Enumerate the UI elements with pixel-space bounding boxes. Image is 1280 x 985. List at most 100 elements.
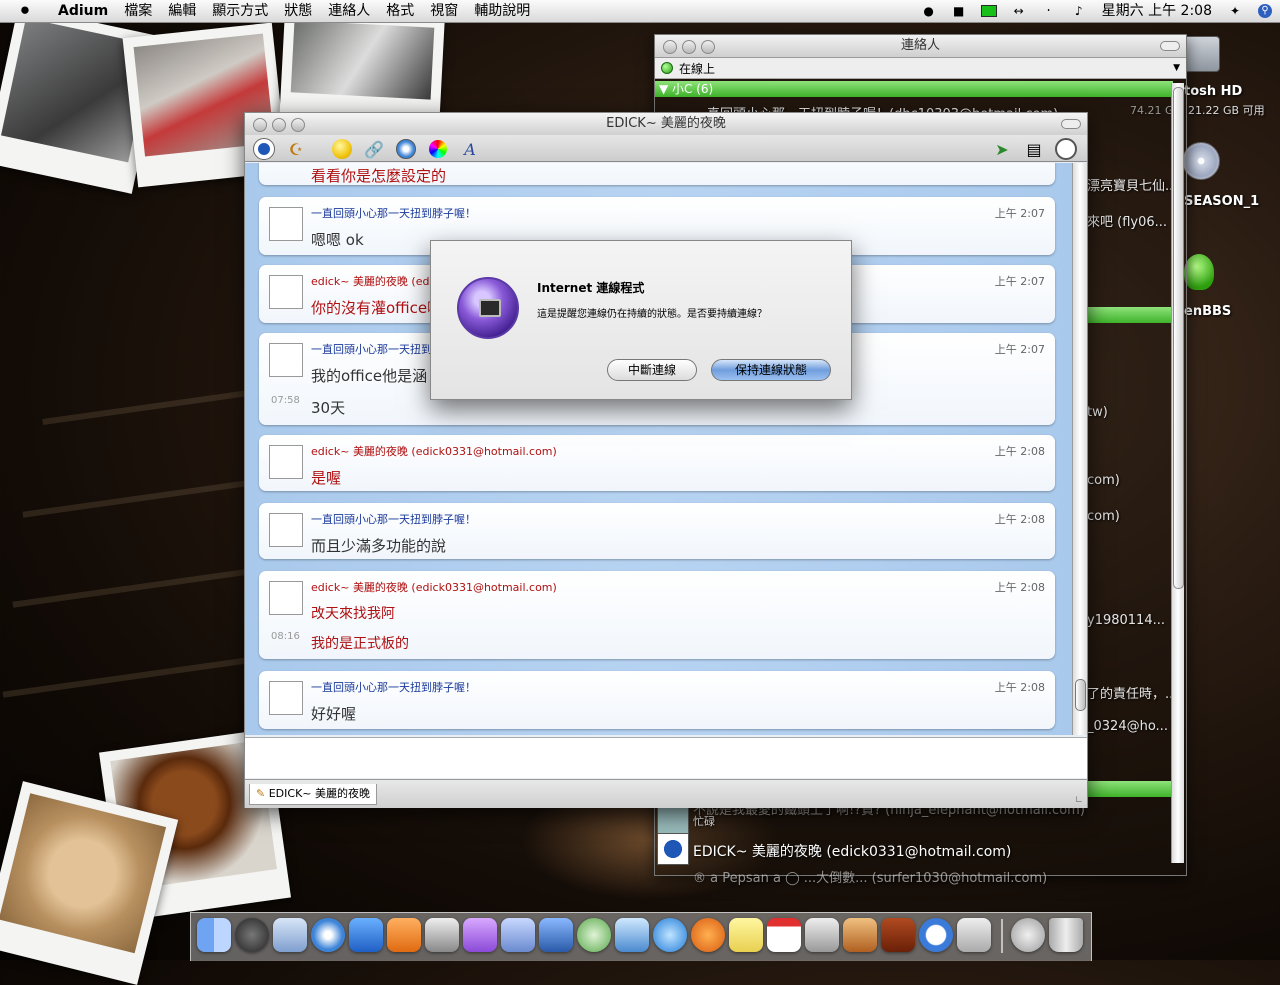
get-info-icon[interactable]: ▤ bbox=[1023, 138, 1045, 160]
history-clock-icon[interactable] bbox=[1055, 138, 1077, 160]
scrollbar-thumb[interactable] bbox=[1075, 679, 1086, 711]
encryption-lock-icon[interactable]: ☪ bbox=[285, 138, 307, 160]
send-file-icon[interactable]: ➤ bbox=[991, 138, 1013, 160]
contact-row[interactable]: ® a Pepsan a ◯ ...大倒數... (surfer1030@hot… bbox=[693, 867, 1047, 886]
adium-duck-icon[interactable]: ● bbox=[920, 3, 938, 19]
trash-icon[interactable] bbox=[1049, 918, 1083, 952]
menu-help[interactable]: 輔助說明 bbox=[466, 0, 538, 22]
close-button[interactable] bbox=[253, 118, 267, 132]
pen-app-icon[interactable] bbox=[425, 918, 459, 952]
zoom-button[interactable] bbox=[701, 40, 715, 54]
contact-list-titlebar[interactable]: 連絡人 bbox=[655, 35, 1186, 58]
dvd-icon[interactable] bbox=[1182, 142, 1220, 180]
menu-file[interactable]: 檔案 bbox=[116, 0, 160, 22]
finder-icon[interactable] bbox=[197, 918, 231, 952]
volume-icon[interactable]: ♪ bbox=[1070, 3, 1088, 19]
status-dropdown-arrow-icon: ▼ bbox=[1173, 63, 1180, 73]
status-selector[interactable]: 在線上 ▼ bbox=[655, 58, 1186, 79]
p-app-icon[interactable] bbox=[387, 918, 421, 952]
contact-row[interactable]: com) bbox=[1087, 473, 1120, 488]
contact-row[interactable]: 來吧 (fly06... bbox=[1087, 211, 1167, 230]
minimize-button[interactable] bbox=[272, 118, 286, 132]
system-prefs-icon[interactable] bbox=[957, 918, 991, 952]
stickies-icon[interactable] bbox=[729, 918, 763, 952]
disclosure-triangle-icon: ▼ bbox=[659, 82, 673, 96]
zoom-button[interactable] bbox=[291, 118, 305, 132]
font-icon[interactable]: A bbox=[459, 138, 481, 160]
domo-app-icon[interactable] bbox=[881, 918, 915, 952]
safari-compass-icon[interactable] bbox=[395, 138, 417, 160]
message-timestamp: 08:16 bbox=[271, 631, 300, 642]
alien-icon[interactable] bbox=[1184, 254, 1214, 290]
menu-window[interactable]: 視窗 bbox=[422, 0, 466, 22]
account-flag-icon[interactable] bbox=[253, 138, 275, 160]
message-input-field[interactable] bbox=[245, 737, 1087, 778]
message-text: 嗯嗯 ok bbox=[311, 231, 364, 249]
alarm-clock-icon[interactable] bbox=[919, 918, 953, 952]
apple-menu-icon[interactable]: ⚫ bbox=[0, 0, 50, 22]
contact-row-edick[interactable]: EDICK~ 美麗的夜晚 (edick0331@hotmail.com) bbox=[693, 841, 1011, 861]
toolbar-toggle-button[interactable] bbox=[1061, 119, 1081, 129]
keynote-icon[interactable] bbox=[539, 918, 573, 952]
adium-icon[interactable] bbox=[843, 918, 877, 952]
itunes-icon[interactable] bbox=[577, 918, 611, 952]
mail-at-icon[interactable] bbox=[1011, 918, 1045, 952]
my-avatar bbox=[269, 581, 303, 615]
minimize-button[interactable] bbox=[682, 40, 696, 54]
dvd-player-icon[interactable] bbox=[805, 918, 839, 952]
contact-row[interactable]: _0324@ho... bbox=[1087, 719, 1168, 734]
message-bubble: 一直回頭小心那一天扭到脖子喔！ 上午 2:08 而且少滿多功能的說 bbox=[259, 503, 1055, 559]
message-log-scrollbar[interactable] bbox=[1072, 163, 1087, 735]
w-app-icon[interactable] bbox=[349, 918, 383, 952]
script-editor-icon[interactable] bbox=[501, 918, 535, 952]
color-wheel-icon[interactable] bbox=[427, 138, 449, 160]
menu-view[interactable]: 顯示方式 bbox=[204, 0, 276, 22]
menu-status[interactable]: 狀態 bbox=[276, 0, 320, 22]
script-menu-icon[interactable]: ■ bbox=[950, 3, 968, 19]
dashboard-icon[interactable] bbox=[235, 918, 269, 952]
stay-connected-button[interactable]: 保持連線狀態 bbox=[711, 359, 831, 381]
sender-name: edick~ 美麗的夜晚 (edick0331@hotmail.com) bbox=[311, 581, 557, 594]
resize-grip-icon[interactable]: ∟ bbox=[1075, 795, 1083, 806]
iphoto-icon[interactable] bbox=[615, 918, 649, 952]
safari-icon[interactable] bbox=[311, 918, 345, 952]
user-switch-icon[interactable]: ✦ bbox=[1226, 3, 1244, 19]
menu-contacts[interactable]: 連絡人 bbox=[320, 0, 378, 22]
scrollbar-thumb[interactable] bbox=[1173, 87, 1184, 589]
message-time: 上午 2:08 bbox=[994, 445, 1045, 458]
link-icon[interactable]: 🔗 bbox=[363, 138, 385, 160]
bluetooth-icon[interactable]: ᛫ bbox=[1040, 3, 1058, 19]
quicktime-icon[interactable] bbox=[653, 918, 687, 952]
menu-app[interactable]: Adium bbox=[50, 0, 116, 22]
contact-row[interactable]: com) bbox=[1087, 509, 1120, 524]
disconnect-button[interactable]: 中斷連線 bbox=[607, 359, 697, 381]
rabbit-app-icon[interactable] bbox=[463, 918, 497, 952]
contact-row[interactable]: 漂亮寶貝七仙... bbox=[1087, 175, 1177, 194]
menubar-clock[interactable]: 星期六 上午 2:08 bbox=[1094, 0, 1220, 22]
menu-format[interactable]: 格式 bbox=[378, 0, 422, 22]
contact-row[interactable]: 了的責任時，... bbox=[1087, 683, 1177, 702]
sender-name: 一直回頭小心那一天扭到脖子喔！ bbox=[311, 513, 476, 526]
contact-group-header[interactable]: ▼ 小C (6) bbox=[655, 81, 1173, 97]
chat-titlebar[interactable]: EDICK~ 美麗的夜晚 bbox=[245, 113, 1087, 135]
chat-tab-bar: ✎ EDICK~ 美麗的夜晚 ∟ bbox=[245, 779, 1087, 808]
my-avatar bbox=[269, 445, 303, 479]
close-button[interactable] bbox=[663, 40, 677, 54]
contact-list-scrollbar[interactable] bbox=[1171, 83, 1184, 863]
pumpkin-app-icon[interactable] bbox=[691, 918, 725, 952]
message-bubble: edick~ 美麗的夜晚 (edick0331@hotmail.com) 上午 … bbox=[259, 435, 1055, 491]
dialog-message: 這是提醒您連線仍在持續的狀態。是否要持續連線？ bbox=[537, 309, 767, 320]
buddy-avatar bbox=[269, 681, 303, 715]
spotlight-search-icon[interactable]: ⚲ bbox=[1256, 3, 1274, 19]
chat-tab[interactable]: ✎ EDICK~ 美麗的夜晚 bbox=[249, 784, 377, 805]
ical-icon[interactable] bbox=[767, 918, 801, 952]
toolbar-toggle-button[interactable] bbox=[1160, 41, 1180, 51]
contact-row[interactable]: y1980114... bbox=[1087, 613, 1165, 628]
hard-drive-icon[interactable] bbox=[1182, 36, 1220, 72]
mail-icon[interactable] bbox=[273, 918, 307, 952]
emoticon-icon[interactable] bbox=[331, 138, 353, 160]
menu-edit[interactable]: 編輯 bbox=[160, 0, 204, 22]
battery-icon[interactable] bbox=[980, 3, 998, 19]
network-icon[interactable]: ↔ bbox=[1010, 3, 1028, 19]
contact-row[interactable]: tw) bbox=[1087, 405, 1108, 420]
